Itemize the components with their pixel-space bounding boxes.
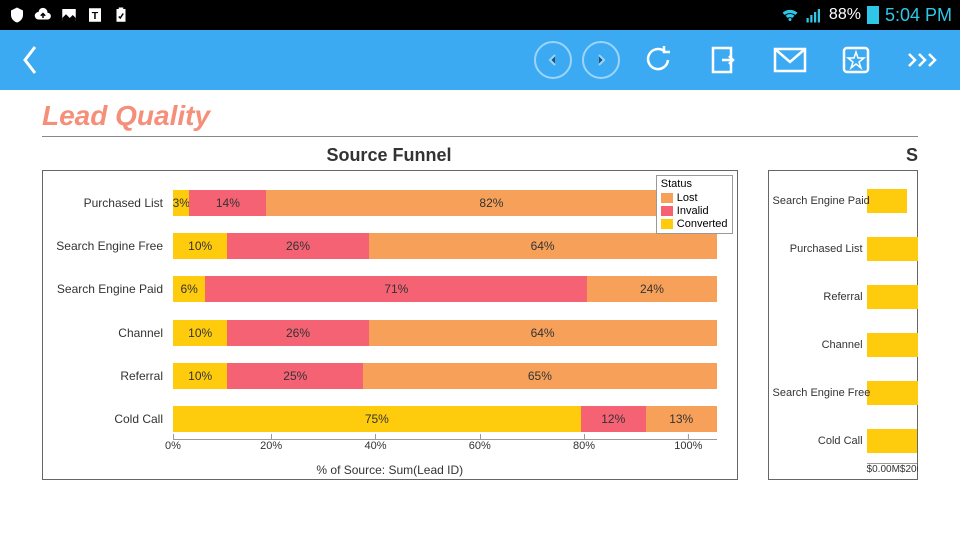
legend-swatch xyxy=(661,219,673,229)
bar-segment: 75% xyxy=(173,406,581,432)
bar-category-label: Search Engine Free xyxy=(45,239,169,253)
bar-row: Purchased List3%14%82% xyxy=(173,190,717,216)
bar-row: Search Engine Paid xyxy=(867,189,907,213)
battery-percent: 88% xyxy=(829,6,861,24)
bar-segment: 64% xyxy=(369,233,717,259)
axis-tick: 0% xyxy=(165,440,181,459)
axis-tick: 20% xyxy=(260,440,282,459)
legend-item: Invalid xyxy=(661,205,728,217)
bar-category-label: Referral xyxy=(773,291,867,303)
bar-segment: 64% xyxy=(369,320,717,346)
bar-category-label: Search Engine Paid xyxy=(45,282,169,296)
image-icon xyxy=(60,6,78,24)
bar-category-label: Purchased List xyxy=(773,243,867,255)
bar-segment: 12% xyxy=(581,406,646,432)
chart2-title: S xyxy=(766,145,918,166)
favorite-button[interactable] xyxy=(836,40,876,80)
battery-icon xyxy=(867,6,879,24)
bar-segment: 26% xyxy=(227,233,368,259)
chart1-x-label: % of Source: Sum(Lead ID) xyxy=(43,463,737,477)
bar-row: Search Engine Free xyxy=(867,381,918,405)
svg-text:T: T xyxy=(92,10,99,22)
bar-row: Cold Call xyxy=(867,429,917,453)
refresh-button[interactable] xyxy=(638,40,678,80)
clock-time: 5:04 PM xyxy=(885,5,952,26)
email-button[interactable] xyxy=(770,40,810,80)
axis-tick: 60% xyxy=(469,440,491,459)
bar-segment xyxy=(867,333,918,357)
signal-icon xyxy=(805,6,823,24)
bar-row: Search Engine Paid6%71%24% xyxy=(173,276,717,302)
bar-segment xyxy=(867,429,917,453)
bar-segment: 3% xyxy=(173,190,189,216)
app-toolbar xyxy=(0,30,960,90)
axis-tick: 80% xyxy=(573,440,595,459)
bar-category-label: Channel xyxy=(773,339,867,351)
bar-segment: 14% xyxy=(189,190,266,216)
chart1-title: Source Funnel xyxy=(42,145,736,166)
axis-tick: 40% xyxy=(364,440,386,459)
secondary-chart[interactable]: Search Engine Paid Purchased List Referral… xyxy=(768,170,918,480)
android-status-bar: T 88% 5:04 PM xyxy=(0,0,960,30)
more-button[interactable] xyxy=(902,40,942,80)
cloud-upload-icon xyxy=(34,6,52,24)
content-area: Lead Quality Source Funnel S Status Lost… xyxy=(0,90,960,480)
bar-row: Referral10%25%65% xyxy=(173,363,717,389)
bar-row: Channel xyxy=(867,333,918,357)
bar-category-label: Referral xyxy=(45,369,169,383)
bar-row: Referral xyxy=(867,285,918,309)
wifi-icon xyxy=(781,6,799,24)
page-title: Lead Quality xyxy=(42,100,918,137)
legend-swatch xyxy=(661,193,673,203)
bar-segment: 13% xyxy=(646,406,717,432)
bar-category-label: Cold Call xyxy=(773,435,867,447)
bar-category-label: Search Engine Paid xyxy=(773,195,867,207)
legend-item: Lost xyxy=(661,192,728,204)
bar-segment: 10% xyxy=(173,363,227,389)
bar-row: Search Engine Free10%26%64% xyxy=(173,233,717,259)
shield-icon xyxy=(8,6,26,24)
nav-prev-button[interactable] xyxy=(534,41,572,79)
bar-row: Purchased List xyxy=(867,237,918,261)
bar-segment: 10% xyxy=(173,233,227,259)
status-right-icons: 88% 5:04 PM xyxy=(781,5,952,26)
bar-row: Channel10%26%64% xyxy=(173,320,717,346)
bar-category-label: Search Engine Free xyxy=(773,387,867,399)
t-mobile-icon: T xyxy=(86,6,104,24)
chart2-x-axis: $0.00M $2000 xyxy=(867,463,917,475)
bar-segment: 24% xyxy=(587,276,716,302)
nav-next-button[interactable] xyxy=(582,41,620,79)
bar-segment: 10% xyxy=(173,320,227,346)
legend-item: Converted xyxy=(661,218,728,230)
bar-segment xyxy=(867,237,918,261)
export-button[interactable] xyxy=(704,40,744,80)
bar-row: Cold Call75%12%13% xyxy=(173,406,717,432)
bar-segment: 25% xyxy=(227,363,363,389)
legend-swatch xyxy=(661,206,673,216)
chart1-x-axis: 0%20%40%60%80%100% xyxy=(173,439,717,459)
legend-title: Status xyxy=(661,178,728,190)
bar-category-label: Channel xyxy=(45,326,169,340)
bar-category-label: Cold Call xyxy=(45,412,169,426)
bar-segment: 71% xyxy=(205,276,587,302)
bar-segment xyxy=(867,381,918,405)
bar-segment: 82% xyxy=(266,190,716,216)
status-left-icons: T xyxy=(8,6,130,24)
bar-segment xyxy=(867,285,918,309)
chart1-legend: Status Lost Invalid Converted xyxy=(656,175,733,234)
back-button[interactable] xyxy=(10,40,50,80)
source-funnel-chart[interactable]: Status Lost Invalid Converted Purchased … xyxy=(42,170,738,480)
bar-segment xyxy=(867,189,907,213)
bar-category-label: Purchased List xyxy=(45,196,169,210)
bar-segment: 26% xyxy=(227,320,368,346)
axis-tick: 100% xyxy=(674,440,702,459)
bar-segment: 6% xyxy=(173,276,205,302)
clipboard-icon xyxy=(112,6,130,24)
bar-segment: 65% xyxy=(363,363,716,389)
chart1-bars: Purchased List3%14%82% Search Engine Free… xyxy=(173,181,717,441)
